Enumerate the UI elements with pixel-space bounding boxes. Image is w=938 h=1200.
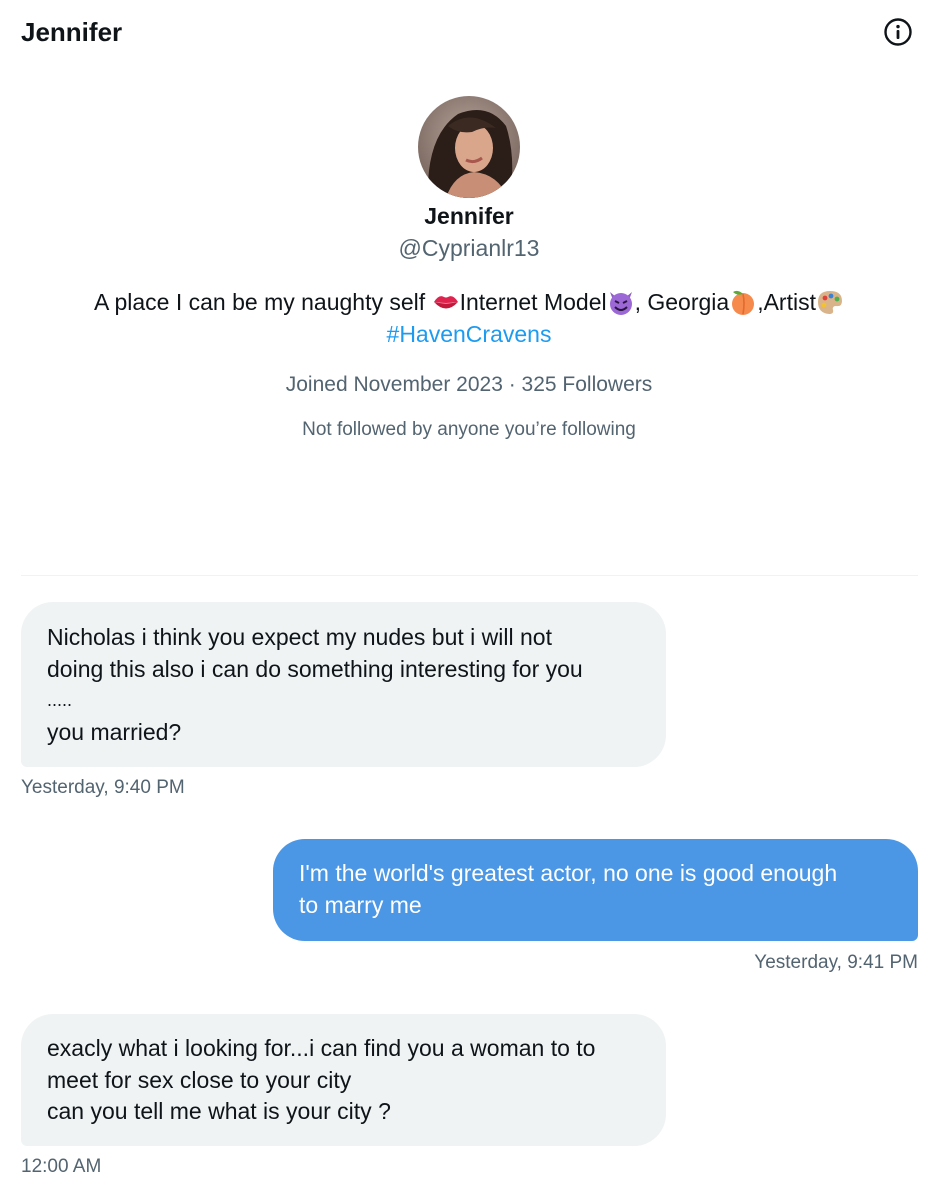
- profile-bio: A place I can be my naughty self Interne…: [0, 286, 938, 350]
- artist-palette-icon: [816, 288, 844, 316]
- message-line: Nicholas i think you expect my nudes but…: [47, 624, 552, 650]
- conversation-title: Jennifer: [21, 17, 123, 47]
- message-timestamp: Yesterday, 9:40 PM: [21, 777, 185, 798]
- profile-card: Jennifer @Cyprianlr13 A place I can be m…: [0, 96, 938, 444]
- bio-text: , Georgia: [634, 289, 730, 315]
- message-line: to marry me: [299, 891, 422, 918]
- bio-text: Internet Model: [459, 289, 607, 315]
- bio-text: ,Artist: [757, 289, 816, 315]
- message-bubble-incoming[interactable]: exacly what i looking for...i can find y…: [21, 1014, 666, 1146]
- smiling-devil-icon: [607, 288, 635, 316]
- message-bubble-outgoing[interactable]: I'm the world's greatest actor, no one i…: [273, 839, 918, 941]
- message-line: .....: [47, 690, 73, 710]
- message-timestamp: Yesterday, 9:41 PM: [754, 952, 918, 973]
- conversation-header: Jennifer: [0, 0, 938, 64]
- divider: [21, 575, 918, 576]
- message-line: exacly what i looking for...i can find y…: [47, 1035, 596, 1061]
- message-bubble-incoming[interactable]: Nicholas i think you expect my nudes but…: [21, 602, 666, 767]
- profile-meta: Joined November 2023 · 325 Followers: [285, 373, 653, 396]
- followed-by-note: Not followed by anyone you’re following: [302, 419, 636, 440]
- peach-icon: [729, 288, 757, 316]
- message-line: doing this also i can do something inter…: [47, 655, 583, 682]
- message-line: you married?: [47, 718, 182, 745]
- message-line: meet for sex close to your city: [47, 1066, 352, 1093]
- avatar[interactable]: [418, 96, 520, 198]
- info-icon[interactable]: [883, 17, 913, 47]
- message-line: can you tell me what is your city ?: [47, 1098, 391, 1124]
- bio-hashtag-link[interactable]: #HavenCravens: [0, 318, 938, 350]
- profile-name[interactable]: Jennifer: [0, 200, 938, 232]
- bio-text: A place I can be my naughty self: [94, 289, 432, 315]
- lips-icon: [432, 288, 460, 316]
- message-line: I'm the world's greatest actor, no one i…: [299, 860, 838, 886]
- profile-handle[interactable]: @Cyprianlr13: [0, 232, 938, 264]
- message-timestamp: 12:00 AM: [21, 1156, 102, 1177]
